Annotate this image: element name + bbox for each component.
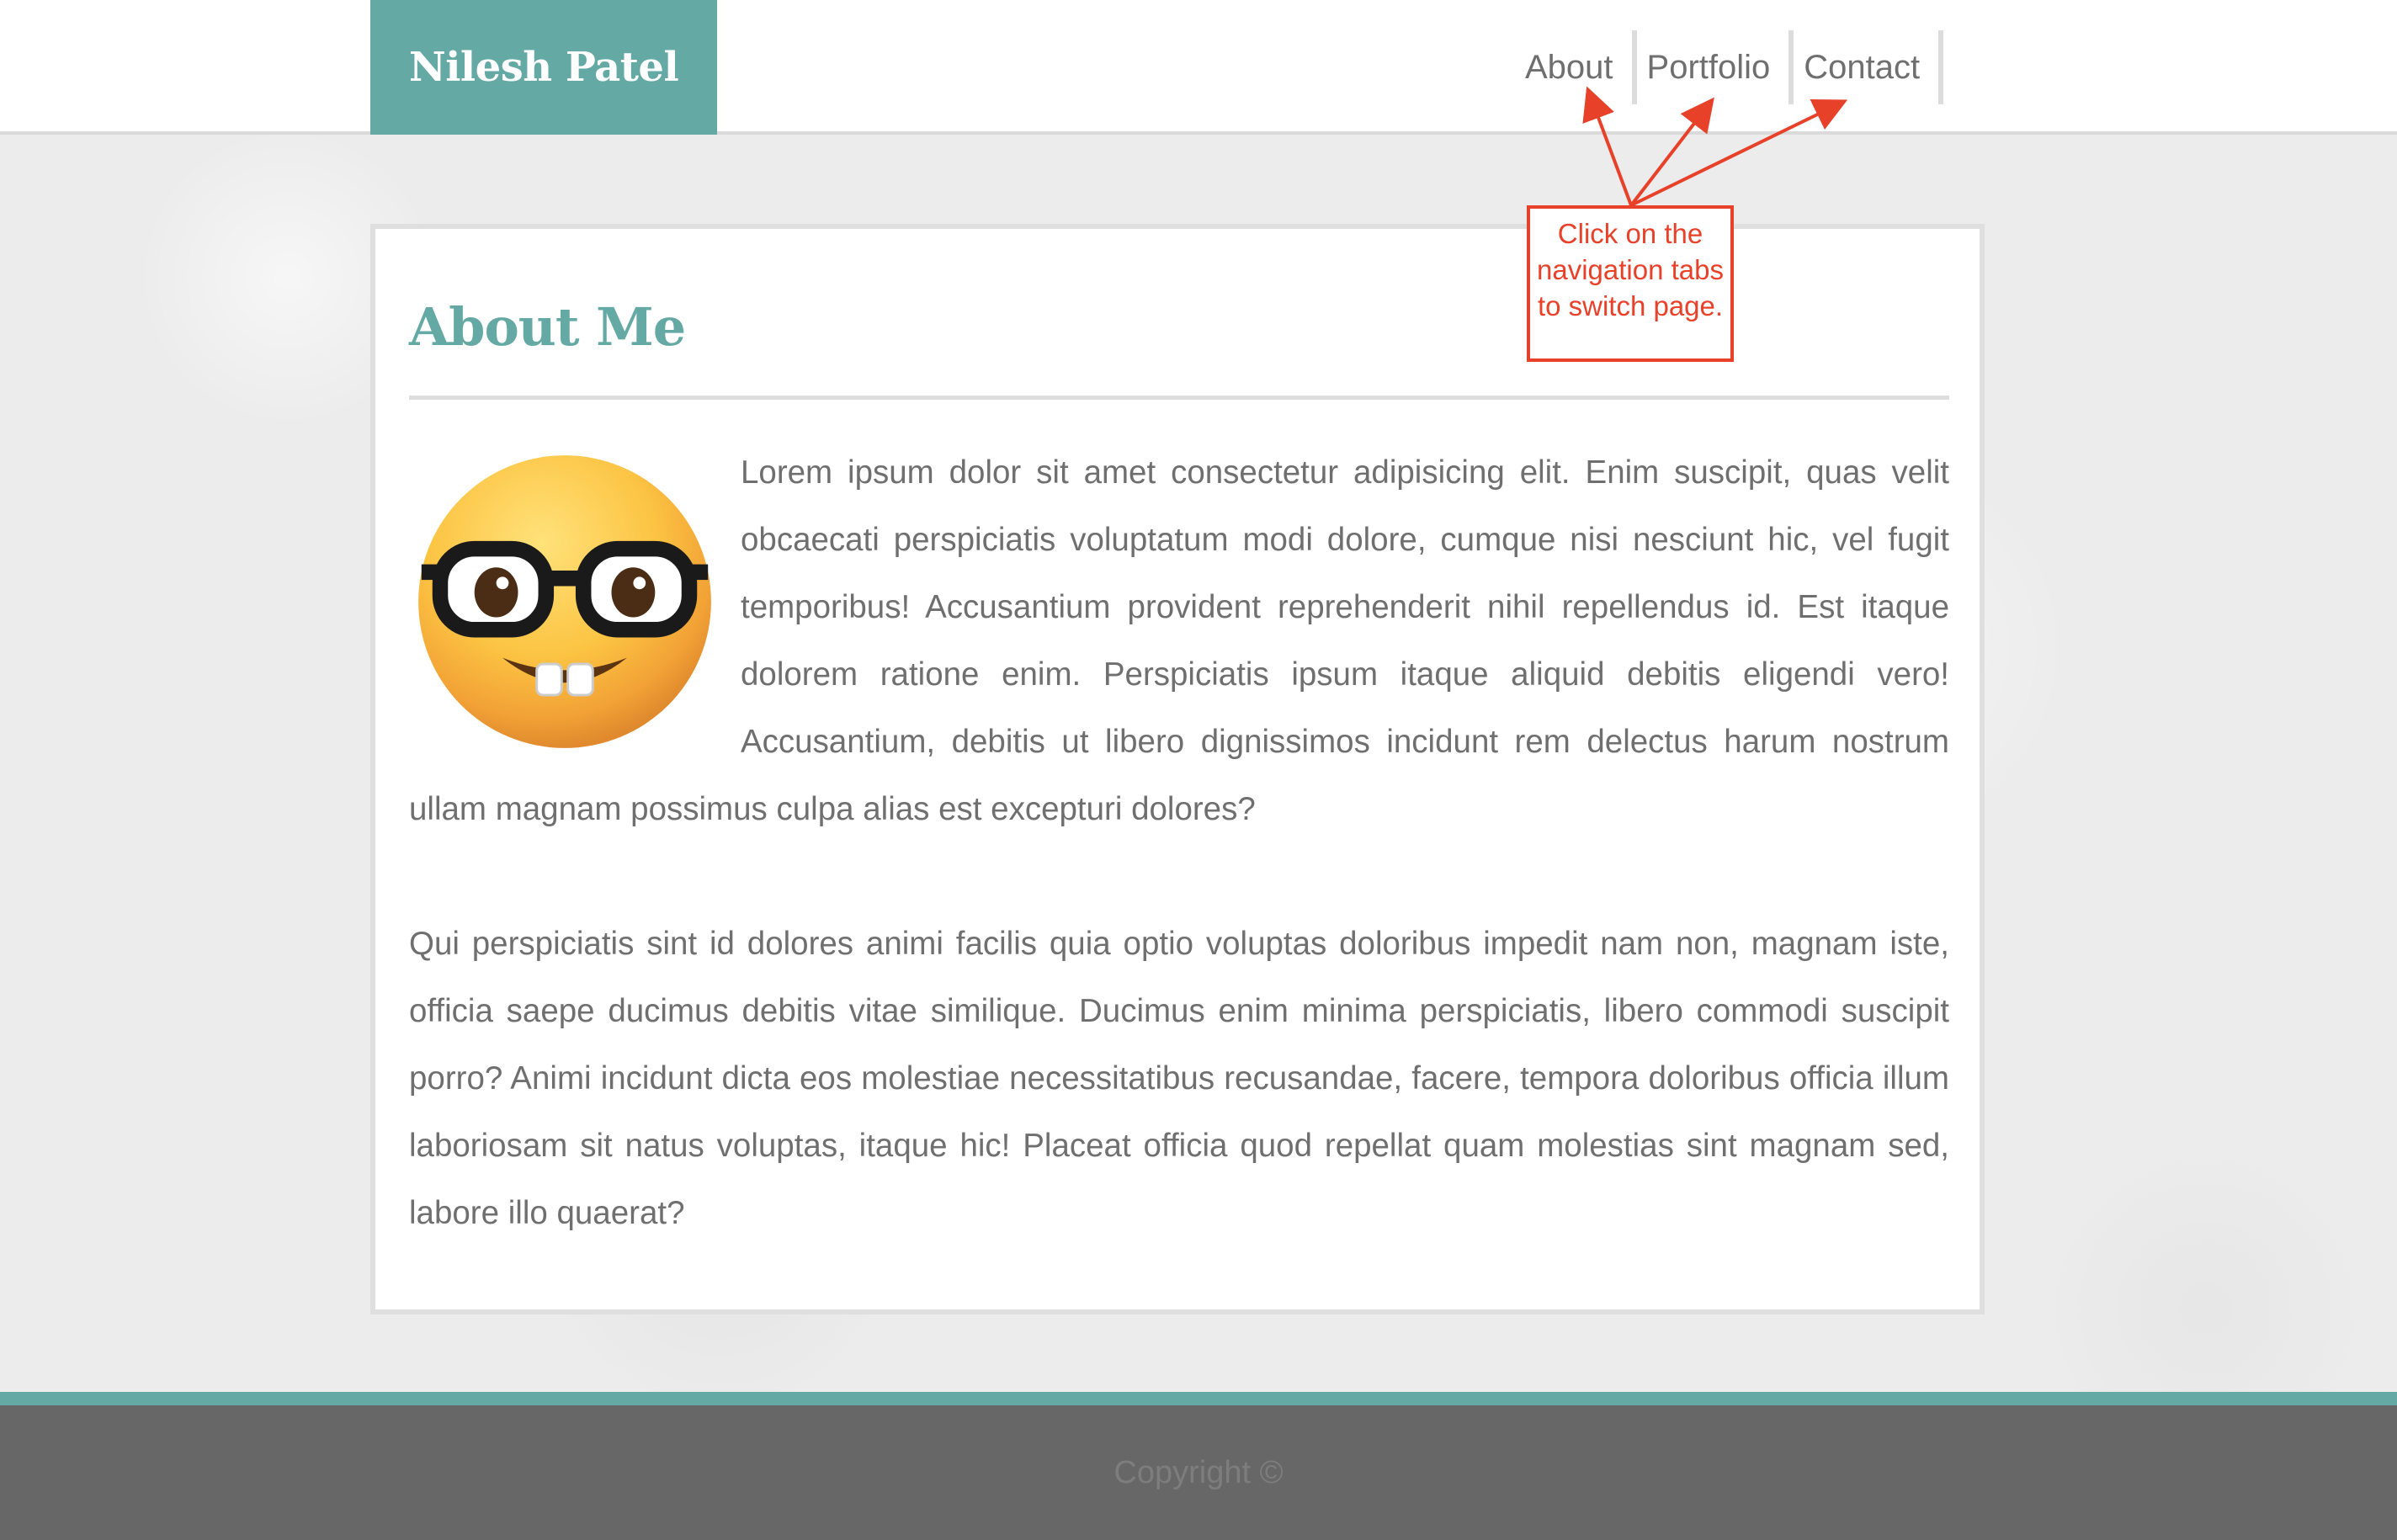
- title-divider: [409, 396, 1949, 400]
- nerd-face-icon: [418, 455, 711, 748]
- nav-tab-portfolio[interactable]: Portfolio: [1637, 30, 1794, 104]
- site-logo[interactable]: Nilesh Patel: [370, 0, 717, 135]
- copyright-text: Copyright ©: [1113, 1454, 1284, 1490]
- nav-tab-about[interactable]: About: [1515, 30, 1637, 104]
- about-content: Lorem ipsum dolor sit amet consectetur a…: [409, 439, 1949, 1314]
- nav-tab-contact[interactable]: Contact: [1794, 30, 1944, 104]
- about-card: About Me Lorem ipsum dolor sit amet cons…: [370, 224, 1985, 1314]
- site-footer: Copyright ©: [0, 1392, 2397, 1540]
- main-navigation: About Portfolio Contact: [1515, 30, 1944, 104]
- page-title: About Me: [409, 296, 686, 358]
- annotation-callout: Click on the navigation tabs to switch p…: [1527, 205, 1734, 362]
- paragraph-1: Lorem ipsum dolor sit amet consectetur a…: [409, 439, 1949, 843]
- site-header: Nilesh Patel About Portfolio Contact: [0, 0, 2397, 135]
- paragraph-2: Qui perspiciatis sint id dolores animi f…: [409, 926, 1949, 1231]
